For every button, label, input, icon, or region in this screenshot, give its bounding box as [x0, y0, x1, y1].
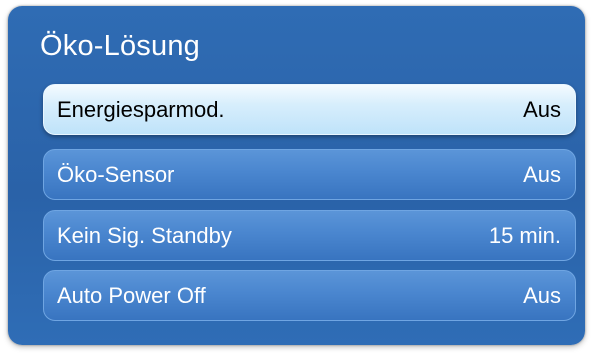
- menu-item-value: 15 min.: [488, 222, 561, 248]
- eco-solution-panel: Öko-Lösung Energiesparmod. Aus Öko-Senso…: [8, 6, 585, 345]
- menu-item-label: Auto Power Off: [57, 282, 206, 308]
- menu-item-value: Aus: [523, 282, 561, 308]
- menu-item-energy-saving[interactable]: Energiesparmod. Aus: [43, 84, 576, 135]
- menu-item-value: Aus: [523, 161, 561, 187]
- menu-item-eco-sensor[interactable]: Öko-Sensor Aus: [43, 149, 576, 200]
- menu-item-no-signal-standby[interactable]: Kein Sig. Standby 15 min.: [43, 210, 576, 261]
- menu-item-auto-power-off[interactable]: Auto Power Off Aus: [43, 270, 576, 321]
- menu-item-label: Öko-Sensor: [57, 161, 175, 187]
- panel-title: Öko-Lösung: [40, 30, 200, 62]
- menu-item-label: Energiesparmod.: [57, 96, 225, 122]
- menu-item-label: Kein Sig. Standby: [57, 222, 232, 248]
- menu-item-value: Aus: [523, 96, 561, 122]
